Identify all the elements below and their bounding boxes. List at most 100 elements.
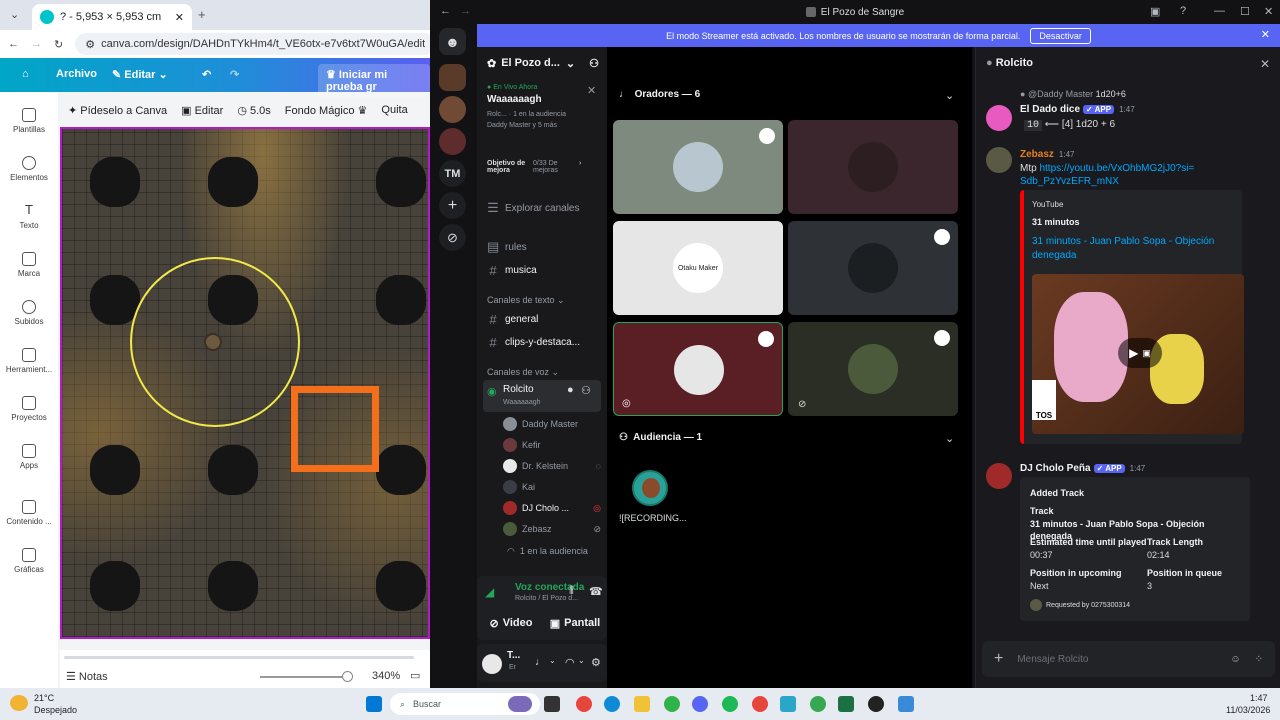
boost-goal[interactable]: Objetivo de mejora 0/33 De mejoras ›: [487, 160, 599, 174]
forward-icon[interactable]: →: [460, 5, 471, 17]
disable-streamer-button[interactable]: Desactivar: [1030, 27, 1091, 44]
screen-share-button[interactable]: ▣ Pantall: [545, 612, 605, 634]
chevron-down-icon[interactable]: ⌄: [578, 656, 585, 665]
sidebar-uploads[interactable]: Subidos: [0, 300, 58, 326]
task-view-icon[interactable]: [544, 696, 560, 712]
reload-icon[interactable]: ↻: [54, 38, 63, 51]
speaker-tile[interactable]: [613, 120, 783, 214]
back-icon[interactable]: ←: [440, 5, 451, 17]
chat-bubble-icon[interactable]: ●: [567, 384, 574, 396]
sidebar-elements[interactable]: Elementos: [0, 156, 58, 182]
zoom-slider-handle[interactable]: [342, 671, 353, 682]
file-explorer-icon[interactable]: [634, 696, 650, 712]
minimize-icon[interactable]: —: [1214, 5, 1225, 17]
server-icon-2[interactable]: [439, 96, 466, 123]
channel-clips[interactable]: # clips-y-destaca...: [483, 332, 601, 352]
notepad-icon[interactable]: [780, 696, 796, 712]
user-name[interactable]: T...: [507, 650, 520, 661]
dungeon-map-canvas[interactable]: [60, 127, 430, 639]
magic-bg-button[interactable]: Fondo Mágico ♛: [285, 104, 368, 117]
add-server-icon[interactable]: +: [439, 192, 466, 219]
voice-user[interactable]: DJ Cholo ... ◎: [503, 499, 601, 517]
author-avatar[interactable]: [986, 463, 1012, 489]
message-input[interactable]: + Mensaje Rolcito ☺ ⁘: [982, 641, 1275, 677]
help-icon[interactable]: ?: [1180, 5, 1186, 17]
sidebar-brand[interactable]: Marca: [0, 252, 58, 278]
author-avatar[interactable]: [986, 147, 1012, 173]
close-window-icon[interactable]: ✕: [1264, 5, 1273, 18]
close-banner-icon[interactable]: ✕: [1261, 28, 1270, 41]
noise-suppression-icon[interactable]: ⦀: [569, 585, 574, 598]
embed-author[interactable]: 31 minutos: [1032, 217, 1080, 227]
microphone-icon[interactable]: ♩: [535, 656, 546, 668]
play-button[interactable]: ▶ ▣: [1118, 338, 1162, 368]
obs-icon[interactable]: [868, 696, 884, 712]
add-attachment-icon[interactable]: +: [994, 650, 1003, 668]
whatsapp-icon[interactable]: [664, 696, 680, 712]
clock-time[interactable]: 1:47: [1250, 693, 1268, 703]
home-icon[interactable]: ⌂: [22, 68, 29, 80]
sidebar-charts[interactable]: Gráficas: [0, 548, 58, 574]
author-name[interactable]: Zebasz: [1020, 149, 1054, 160]
page-view-icon[interactable]: ▭: [410, 669, 420, 682]
collapse-speakers-icon[interactable]: ⌄: [945, 89, 954, 102]
disconnect-icon[interactable]: ☎: [589, 585, 603, 598]
close-tab-icon[interactable]: ✕: [175, 11, 184, 24]
timeline-scrollbar[interactable]: [64, 656, 414, 659]
file-menu[interactable]: Archivo: [56, 68, 97, 80]
edit-image-button[interactable]: ▣ Editar: [181, 104, 223, 117]
speakers-header[interactable]: ♩ Oradores — 6: [619, 89, 700, 100]
chevron-down-icon[interactable]: ⌄: [549, 656, 556, 665]
start-trial-button[interactable]: ♛ Iniciar mi prueba gr: [318, 64, 430, 97]
voice-channel-rolcito[interactable]: ◉ Rolcito Waaaaaagh ● ⚇: [483, 380, 601, 412]
discover-icon[interactable]: ⊘: [439, 224, 466, 251]
url-input[interactable]: ⚙ canva.com/design/DAHDnTYkHm4/t_VE6otx-…: [75, 33, 430, 55]
close-live-icon[interactable]: ✕: [587, 84, 596, 97]
embed-title[interactable]: 31 minutos - Juan Pablo Sopa - Objeción …: [1032, 235, 1232, 263]
ask-canva-button[interactable]: ✦ Pídeselo a Canva: [68, 104, 167, 117]
app-icon[interactable]: [898, 696, 914, 712]
headphones-icon[interactable]: ◠: [565, 656, 575, 669]
chrome-alt-icon[interactable]: [810, 696, 826, 712]
player-token[interactable]: [204, 333, 222, 351]
windows-start-icon[interactable]: [366, 696, 382, 712]
edge-icon[interactable]: [604, 696, 620, 712]
sidebar-text[interactable]: T Texto: [0, 203, 58, 230]
forward-icon[interactable]: →: [31, 38, 42, 50]
youtube-link[interactable]: https://youtu.be/VxOhbMG2jJ0?si=Sdb_PzYv…: [1020, 163, 1194, 187]
audience-member-name[interactable]: ![RECORDING...: [619, 513, 687, 523]
apps-icon[interactable]: ⁘: [1255, 654, 1263, 665]
reply-preview[interactable]: ● @Daddy Master 1d20+6: [1020, 89, 1126, 99]
sidebar-content[interactable]: Contenido ...: [0, 500, 58, 526]
emoji-icon[interactable]: ☺: [1230, 654, 1240, 665]
discord-home-icon[interactable]: ☻: [439, 28, 466, 55]
weather-desc[interactable]: Despejado: [34, 705, 77, 715]
voice-user[interactable]: Kefir: [503, 436, 601, 454]
add-member-icon[interactable]: ⚇: [581, 384, 591, 397]
maximize-icon[interactable]: ☐: [1240, 5, 1250, 18]
live-stage-card[interactable]: ● En Vivo Ahora Waaaaaagh Rolc... · 1 en…: [487, 84, 599, 129]
chrome-profile-icon[interactable]: [752, 696, 768, 712]
clock-date[interactable]: 11/03/2026: [1226, 705, 1270, 715]
edit-menu[interactable]: ✎ Editar ⌄: [112, 68, 168, 81]
notes-button[interactable]: ☰ Notas: [66, 670, 108, 683]
tab-menu-icon[interactable]: ⌄: [10, 8, 19, 21]
new-tab-icon[interactable]: +: [198, 7, 206, 22]
zoom-slider[interactable]: [260, 676, 350, 678]
excel-icon[interactable]: [838, 696, 854, 712]
site-info-icon[interactable]: ⚙: [85, 38, 95, 51]
channel-rules[interactable]: ▤ rules: [483, 237, 601, 257]
voice-category[interactable]: Canales de voz ⌄: [487, 367, 559, 378]
voice-user[interactable]: Zebasz ⊘: [503, 520, 601, 538]
audience-header[interactable]: ⚇ Audiencia — 1: [619, 432, 702, 443]
collapse-audience-icon[interactable]: ⌄: [945, 432, 954, 445]
settings-gear-icon[interactable]: ⚙: [591, 656, 601, 669]
remove-button[interactable]: Quita: [381, 104, 407, 116]
channel-musica[interactable]: # musica: [483, 260, 601, 280]
spotify-icon[interactable]: [722, 696, 738, 712]
speaker-tile[interactable]: ⊘: [788, 322, 958, 416]
server-header[interactable]: ✿ El Pozo d... ⌄ ⚇: [477, 47, 607, 79]
duration-button[interactable]: ◷ 5.0s: [237, 104, 270, 117]
text-category[interactable]: Canales de texto ⌄: [487, 295, 565, 306]
author-name[interactable]: El Dado dice: [1020, 104, 1080, 115]
